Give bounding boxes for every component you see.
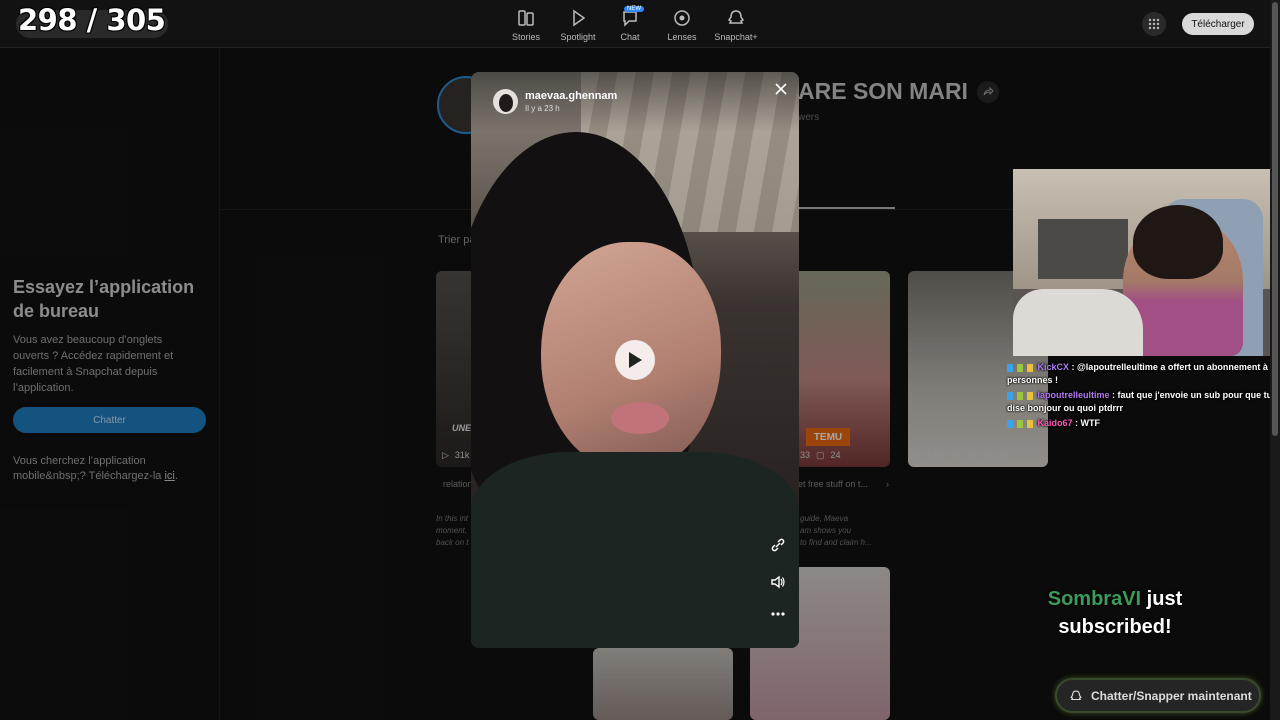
play-button[interactable] bbox=[615, 340, 655, 380]
chat-message: lapoutrelleultime : faut que j'envoie un… bbox=[1007, 390, 1273, 413]
page-scrollbar[interactable] bbox=[1270, 0, 1280, 720]
more-icon bbox=[771, 612, 785, 616]
mute-button[interactable] bbox=[767, 571, 789, 593]
stories-icon bbox=[518, 10, 534, 26]
overlay-counter: 298 / 305 bbox=[18, 3, 166, 37]
chat-badge-icon bbox=[1007, 391, 1035, 400]
webcam-overlay bbox=[1013, 169, 1280, 356]
lenses-icon bbox=[674, 10, 690, 26]
nav-label: Lenses bbox=[667, 32, 697, 42]
nav-label: Snapchat+ bbox=[714, 32, 758, 42]
webcam-background bbox=[1038, 219, 1128, 279]
screen: Stories Spotlight Chat Lenses Snapchat+ … bbox=[0, 0, 1280, 720]
cta-label: Chatter/Snapper maintenant bbox=[1091, 688, 1252, 703]
ghost-icon bbox=[727, 10, 745, 24]
stream-chat: KickCX : @lapoutrelleultime a offert un … bbox=[1007, 361, 1277, 432]
nav-snapchat-plus[interactable]: Snapchat+ bbox=[708, 8, 764, 42]
grid-icon bbox=[1148, 18, 1160, 30]
nav-stories[interactable]: Stories bbox=[500, 8, 552, 42]
nav-chat[interactable]: Chat bbox=[604, 8, 656, 42]
ghost-icon bbox=[1070, 690, 1082, 700]
nav-label: Stories bbox=[511, 32, 540, 42]
subscription-alert: SombraVI just subscribed! bbox=[1047, 588, 1183, 638]
chat-snap-now-button[interactable]: Chatter/Snapper maintenant bbox=[1055, 678, 1261, 713]
more-options-button[interactable] bbox=[767, 603, 789, 625]
story-viewer[interactable]: maevaa.ghennam Il y a 23 h bbox=[471, 72, 799, 648]
scrollbar-thumb[interactable] bbox=[1272, 2, 1278, 436]
chat-badge-icon bbox=[1007, 419, 1035, 428]
nav-lenses[interactable]: Lenses bbox=[656, 8, 708, 42]
story-figure bbox=[471, 452, 799, 648]
copy-link-button[interactable] bbox=[767, 534, 789, 556]
download-button[interactable]: Télécharger bbox=[1182, 13, 1254, 35]
close-button[interactable] bbox=[772, 80, 790, 98]
nav-label: Chat bbox=[620, 32, 640, 42]
main-nav: Stories Spotlight Chat Lenses Snapchat+ … bbox=[500, 6, 764, 42]
top-nav-bar: Stories Spotlight Chat Lenses Snapchat+ … bbox=[0, 0, 1270, 48]
subscriber-name: SombraVI bbox=[1047, 588, 1142, 610]
nav-spotlight[interactable]: Spotlight bbox=[552, 8, 604, 42]
webcam-blanket bbox=[1013, 289, 1143, 356]
story-avatar[interactable] bbox=[493, 89, 518, 114]
apps-grid-button[interactable] bbox=[1142, 12, 1166, 36]
play-icon bbox=[573, 9, 586, 27]
chat-message: KickCX : @lapoutrelleultime a offert un … bbox=[1007, 362, 1276, 385]
chat-badge-icon bbox=[1007, 363, 1035, 372]
speaker-icon bbox=[771, 575, 785, 589]
chat-message: Kaido67 : WTF bbox=[1007, 417, 1277, 430]
play-icon bbox=[629, 352, 642, 368]
story-header bbox=[471, 72, 799, 132]
link-icon bbox=[771, 538, 785, 552]
chat-new-badge: NEW bbox=[624, 6, 644, 12]
story-username[interactable]: maevaa.ghennam bbox=[525, 90, 617, 102]
close-icon bbox=[775, 83, 787, 95]
nav-label: Spotlight bbox=[560, 32, 596, 42]
story-timestamp: Il y a 23 h bbox=[525, 104, 560, 113]
webcam-streamer bbox=[1133, 205, 1223, 279]
story-figure bbox=[611, 402, 669, 434]
